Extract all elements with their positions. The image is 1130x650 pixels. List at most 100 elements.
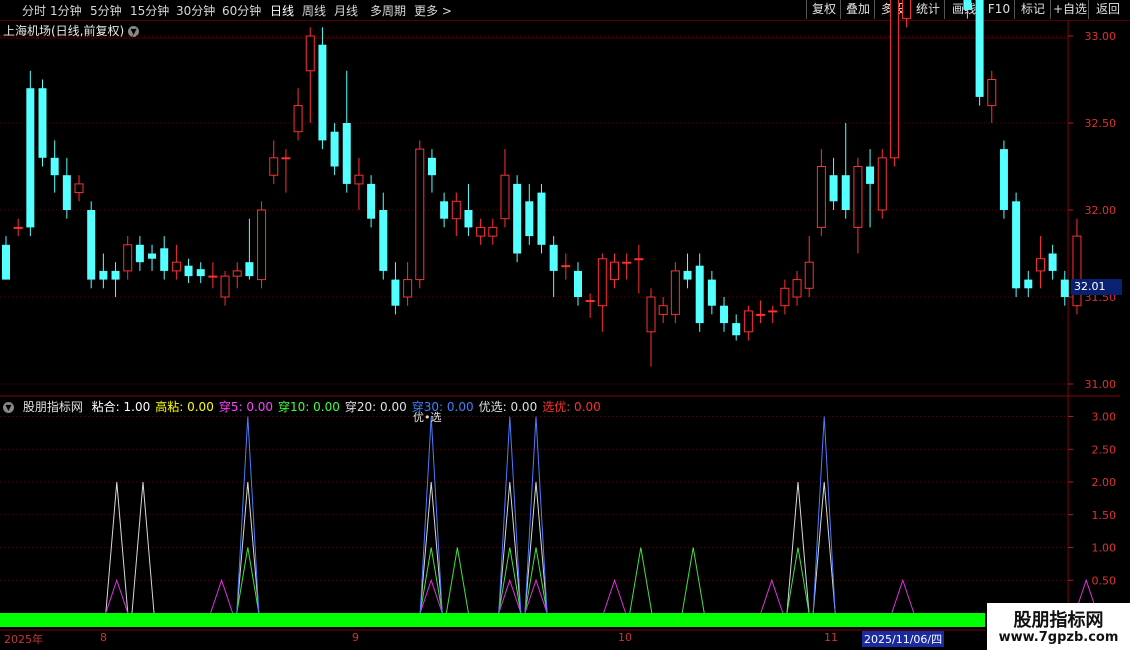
- indicator-name: 股朋指标网: [22, 400, 83, 414]
- indicator-spike: [498, 578, 522, 614]
- period-tab[interactable]: 周线: [302, 2, 326, 19]
- candle-body: [646, 296, 656, 333]
- stock-title: 上海机场(日线,前复权): [3, 24, 125, 38]
- candle-body: [1024, 279, 1033, 289]
- candle-body: [74, 183, 84, 194]
- candle-body: [281, 157, 291, 160]
- period-tab[interactable]: 1分钟: [50, 2, 82, 19]
- candle-body: [707, 279, 716, 306]
- price-axis-label: 32.00: [1085, 204, 1117, 217]
- indicator-axis-label: 0.50: [1092, 574, 1117, 587]
- period-tab[interactable]: 30分钟: [176, 2, 215, 19]
- indicator-spike: [419, 416, 443, 614]
- timeline-label: 9: [352, 631, 359, 644]
- candle-body: [50, 157, 59, 176]
- indicator-spike: [419, 547, 443, 614]
- candle-body: [670, 270, 680, 315]
- indicator-spike: [498, 547, 522, 614]
- candle-body: [135, 244, 144, 263]
- candle-body: [257, 209, 267, 281]
- toolbar-button[interactable]: 返回: [1088, 0, 1127, 19]
- period-tab[interactable]: 多周期: [370, 2, 406, 19]
- chart-title[interactable]: 上海机场(日线,前复权) ▼: [3, 22, 140, 39]
- indicator-value: 高粘: 0.00: [155, 400, 214, 414]
- indicator-spike: [419, 578, 443, 614]
- candle-body: [440, 201, 449, 219]
- period-tab[interactable]: 15分钟: [130, 2, 169, 19]
- candle-body: [148, 253, 157, 259]
- toolbar: 分时 1分钟 5分钟 15分钟 30分钟 60分钟 日线 周线 月线 多周期 更多 > 复权 叠加 多股…: [0, 0, 1130, 21]
- candle-body: [695, 265, 704, 324]
- indicator-spike: [524, 547, 548, 614]
- candle-body: [1048, 253, 1057, 271]
- indicator-spike: [629, 547, 653, 614]
- candle-body: [792, 279, 802, 298]
- candle-body: [999, 149, 1008, 210]
- indicator-value: 穿30: 0.00: [411, 400, 474, 414]
- timeline-label: 8: [100, 631, 107, 644]
- indicator-spike: [210, 578, 234, 614]
- toolbar-button[interactable]: +自选: [1050, 0, 1089, 19]
- timeline-label: 2025/11/06/四: [862, 631, 945, 647]
- chevron-down-icon[interactable]: ▼: [128, 26, 140, 37]
- indicator-spike: [891, 578, 915, 614]
- candle-body: [829, 175, 838, 202]
- candle-body: [379, 210, 388, 271]
- candle-body: [87, 210, 96, 280]
- candle-body: [537, 192, 546, 245]
- candle-body: [683, 270, 692, 280]
- period-tab[interactable]: 60分钟: [222, 2, 261, 19]
- indicator-spike: [760, 578, 784, 614]
- candle-body: [451, 200, 461, 220]
- toolbar-button[interactable]: 多股: [874, 0, 911, 19]
- candle-body: [160, 248, 169, 271]
- timeline-label: 10: [618, 631, 632, 644]
- chevron-down-icon[interactable]: ▼: [3, 402, 14, 413]
- watermark: 股朋指标网 www.7gpzb.com: [987, 603, 1130, 650]
- toolbar-button[interactable]: 叠加: [840, 0, 875, 19]
- toolbar-button[interactable]: 复权: [806, 0, 841, 19]
- candle-body: [367, 183, 376, 219]
- candle-body: [305, 35, 315, 72]
- period-tab[interactable]: 日线: [270, 2, 294, 19]
- candle-body: [756, 313, 766, 316]
- candle-body: [877, 157, 887, 211]
- indicator-spike: [786, 481, 810, 614]
- candle-body: [38, 88, 47, 158]
- candle-body: [768, 310, 778, 313]
- chart-area[interactable]: 34.5034.0033.5033.0032.5032.0031.5031.00…: [0, 0, 1130, 650]
- candle-body: [525, 201, 534, 237]
- indicator-spike: [105, 481, 129, 614]
- candle-body: [841, 175, 850, 210]
- period-tab[interactable]: 月线: [334, 2, 358, 19]
- indicator-legend: ▼ 股朋指标网 粘合: 1.00 高粘: 0.00 穿5: 0.00 穿10: 0.0…: [3, 398, 611, 415]
- candle-body: [26, 88, 35, 228]
- period-tab[interactable]: 更多 >: [414, 2, 452, 19]
- candle-body: [464, 210, 473, 228]
- candle-body: [427, 157, 436, 176]
- candle-body: [561, 265, 571, 268]
- candle-body: [1012, 201, 1021, 289]
- candle-body: [573, 270, 582, 297]
- candle-body: [269, 157, 279, 176]
- toolbar-button[interactable]: 标记: [1014, 0, 1051, 19]
- period-tab[interactable]: 5分钟: [90, 2, 122, 19]
- toolbar-button[interactable]: F10: [982, 0, 1015, 19]
- indicator-axis-label: 3.00: [1092, 411, 1117, 424]
- indicator-axis-label: 1.50: [1092, 509, 1117, 522]
- candle-body: [99, 270, 108, 280]
- toolbar-button[interactable]: 统计: [910, 0, 945, 19]
- candle-body: [208, 275, 218, 278]
- indicator-axis-label: 2.50: [1092, 443, 1117, 456]
- candle-body: [549, 244, 558, 271]
- candle-body: [500, 174, 510, 220]
- watermark-title: 股朋指标网: [1013, 610, 1104, 631]
- indicator-axis-label: 2.00: [1092, 476, 1117, 489]
- candle-body: [318, 44, 327, 141]
- candle-body: [866, 166, 875, 184]
- indicator-spike: [524, 481, 548, 614]
- indicator-values: 粘合: 1.00 高粘: 0.00 穿5: 0.00 穿10: 0.00 穿20: 0.…: [92, 400, 606, 414]
- candle-body: [743, 310, 753, 333]
- toolbar-button[interactable]: 画线: [944, 0, 983, 19]
- period-tab[interactable]: 分时: [22, 2, 46, 19]
